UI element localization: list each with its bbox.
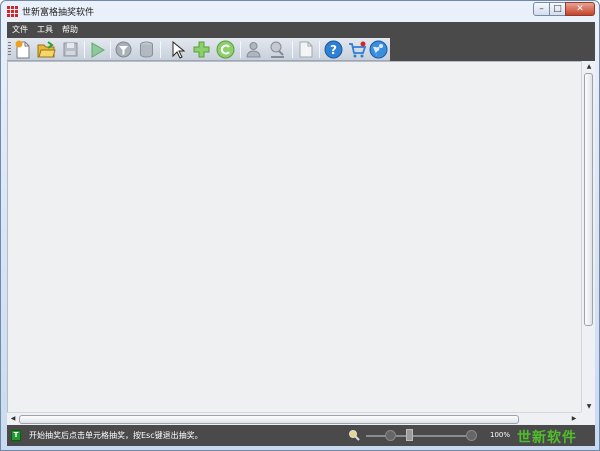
open-folder-button[interactable] bbox=[37, 40, 56, 59]
vertical-scrollbar[interactable]: ▲ ▼ bbox=[581, 61, 595, 413]
refresh-button[interactable] bbox=[216, 40, 235, 59]
new-file-icon bbox=[15, 40, 30, 59]
svg-text:?: ? bbox=[330, 43, 337, 57]
zoom-slider-thumb[interactable] bbox=[406, 429, 413, 441]
brand-logo: 世新软件 bbox=[517, 430, 577, 446]
close-button[interactable]: ✕ bbox=[565, 2, 595, 16]
database-icon bbox=[140, 41, 153, 58]
add-icon bbox=[193, 41, 210, 58]
cart-button[interactable] bbox=[348, 40, 367, 59]
refresh-icon bbox=[216, 40, 235, 59]
save-icon bbox=[63, 42, 78, 57]
pointer-button[interactable] bbox=[168, 40, 187, 59]
toolbar-grip[interactable] bbox=[8, 42, 11, 57]
horizontal-scroll-thumb[interactable] bbox=[19, 415, 519, 424]
pointer-icon bbox=[172, 40, 185, 59]
status-indicator-icon: T bbox=[11, 430, 21, 441]
maximize-button[interactable]: □ bbox=[549, 2, 566, 16]
blank-page-button[interactable] bbox=[296, 40, 315, 59]
add-button[interactable] bbox=[192, 40, 211, 59]
lottery-grid-canvas[interactable] bbox=[7, 61, 595, 425]
save-button[interactable] bbox=[61, 40, 80, 59]
zoom-in-button[interactable] bbox=[466, 430, 477, 441]
menu-help[interactable]: 帮助 bbox=[62, 24, 78, 35]
filter-icon bbox=[115, 41, 132, 58]
minimize-icon: – bbox=[539, 4, 544, 14]
cart-icon bbox=[349, 41, 367, 58]
menu-tools[interactable]: 工具 bbox=[37, 24, 53, 35]
app-grid-icon bbox=[7, 6, 18, 17]
users-icon bbox=[246, 42, 261, 58]
toolbar-background bbox=[390, 38, 595, 61]
close-icon: ✕ bbox=[576, 4, 584, 14]
new-file-button[interactable] bbox=[13, 40, 32, 59]
user-search-button[interactable] bbox=[268, 40, 287, 59]
menu-file[interactable]: 文件 bbox=[12, 24, 28, 35]
globe-icon bbox=[369, 40, 388, 59]
filter-button[interactable] bbox=[114, 40, 133, 59]
magnifier-icon bbox=[349, 430, 360, 441]
zoom-slider[interactable] bbox=[366, 435, 476, 437]
toolbar-separator bbox=[84, 41, 85, 58]
status-bar: T 开始抽奖后点击单元格抽奖，按Esc键退出抽奖。 100% 世新软件 bbox=[7, 425, 595, 446]
scroll-down-icon[interactable]: ▼ bbox=[584, 402, 594, 412]
globe-button[interactable] bbox=[369, 40, 388, 59]
menu-bar: 文件 工具 帮助 bbox=[7, 22, 595, 38]
minimize-button[interactable]: – bbox=[533, 2, 550, 16]
toolbar: ? bbox=[7, 38, 390, 61]
window-title: 世新富格抽奖软件 bbox=[22, 8, 95, 18]
zoom-out-button[interactable] bbox=[385, 430, 396, 441]
play-button[interactable] bbox=[88, 40, 107, 59]
database-button[interactable] bbox=[137, 40, 156, 59]
open-folder-icon bbox=[37, 41, 56, 58]
vertical-scroll-thumb[interactable] bbox=[584, 73, 593, 326]
title-bar: 世新富格抽奖软件 – □ ✕ bbox=[1, 1, 599, 23]
toolbar-separator bbox=[319, 41, 320, 58]
user-search-icon bbox=[270, 41, 284, 58]
toolbar-separator bbox=[160, 41, 161, 58]
maximize-icon: □ bbox=[553, 4, 562, 14]
toolbar-separator bbox=[110, 41, 111, 58]
app-window: 世新富格抽奖软件 – □ ✕ 文件 工具 帮助 ? ▲ ▼ ◀ ▶ T 开始抽奖… bbox=[0, 0, 600, 451]
horizontal-scrollbar[interactable]: ◀ ▶ bbox=[7, 412, 581, 425]
blank-page-icon bbox=[299, 41, 312, 58]
help-icon: ? bbox=[324, 40, 343, 59]
scroll-left-icon[interactable]: ◀ bbox=[8, 414, 18, 424]
help-button[interactable]: ? bbox=[324, 40, 343, 59]
users-button[interactable] bbox=[244, 40, 263, 59]
scroll-right-icon[interactable]: ▶ bbox=[569, 414, 579, 424]
scroll-up-icon[interactable]: ▲ bbox=[584, 62, 594, 72]
toolbar-separator bbox=[240, 41, 241, 58]
scrollbar-corner bbox=[581, 412, 595, 425]
play-icon bbox=[91, 42, 105, 58]
status-message: 开始抽奖后点击单元格抽奖，按Esc键退出抽奖。 bbox=[29, 431, 203, 440]
toolbar-separator bbox=[292, 41, 293, 58]
zoom-level: 100% bbox=[490, 431, 511, 439]
